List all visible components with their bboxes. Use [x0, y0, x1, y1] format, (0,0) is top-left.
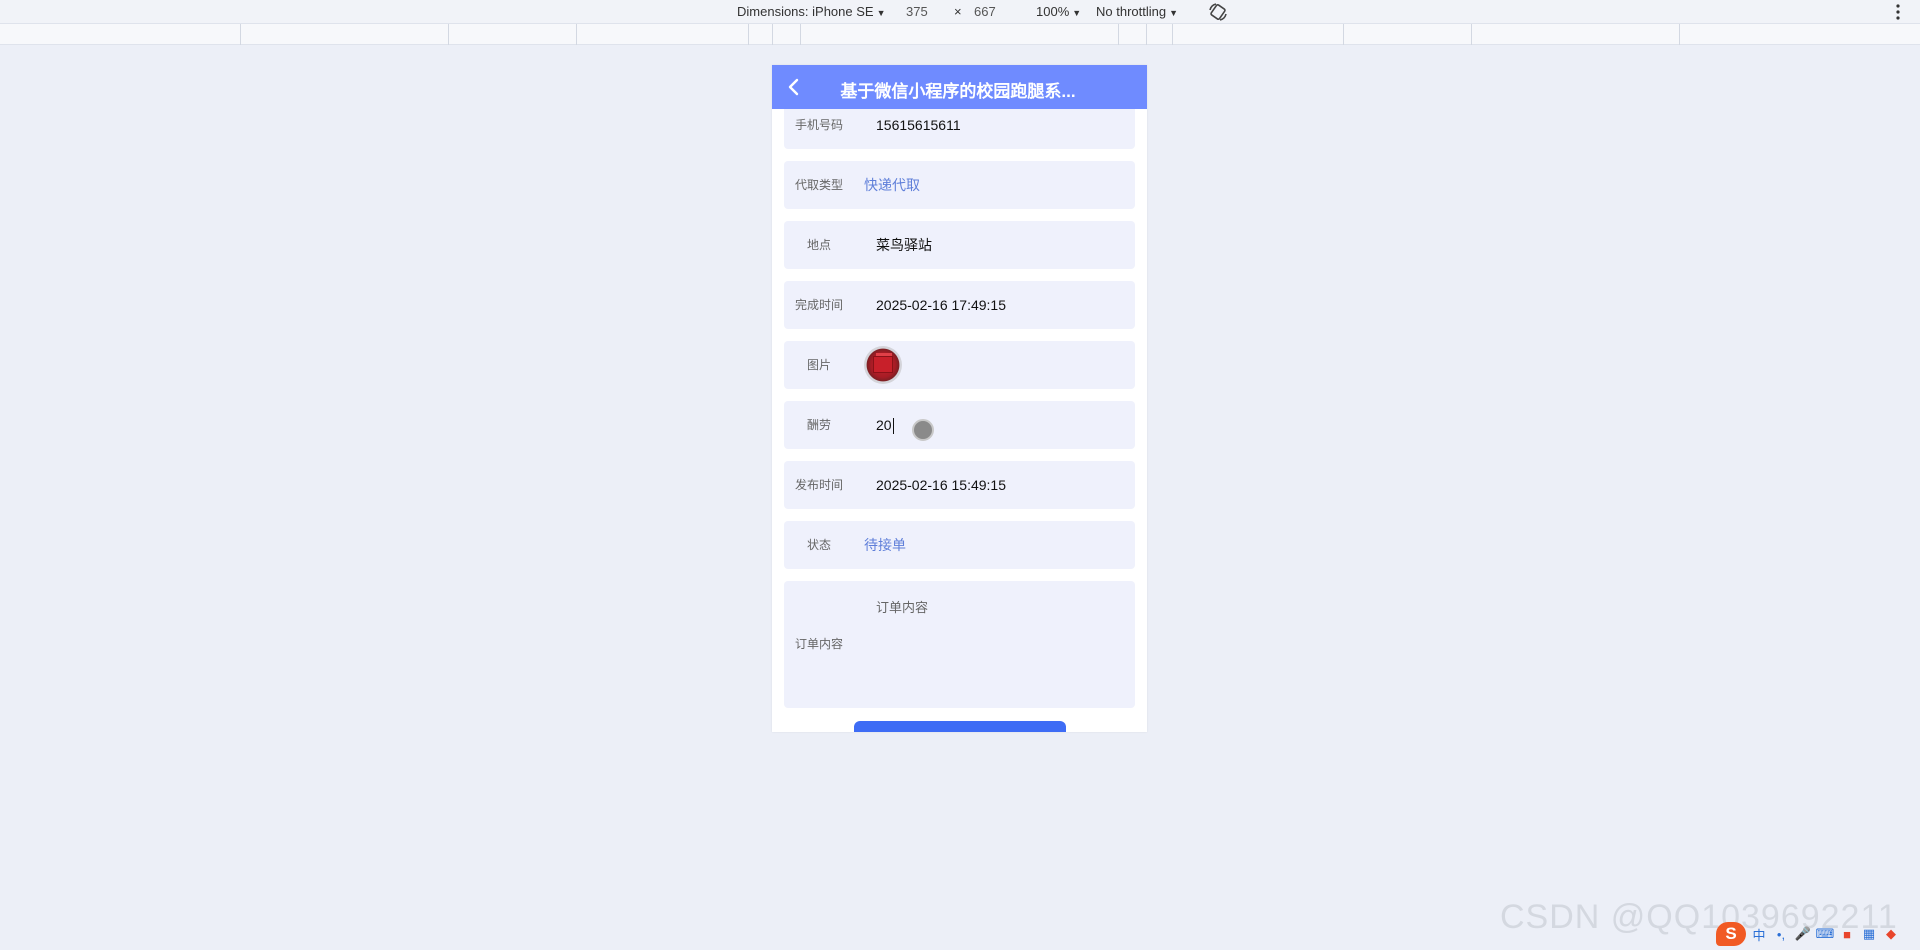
ime-tray: S 中 •, 🎤 ⌨ ■ ▦ ◆: [1716, 922, 1900, 946]
apps-grid-icon[interactable]: ▦: [1860, 925, 1878, 943]
throttling-label: No throttling: [1096, 4, 1167, 19]
reward-input[interactable]: 20: [876, 401, 894, 449]
type-label: 代取类型: [794, 178, 843, 192]
navigation-bar: 基于微信小程序的校园跑腿系...: [772, 65, 1147, 109]
location-label: 地点: [806, 238, 831, 252]
finish-time-label: 完成时间: [794, 298, 843, 312]
chevron-down-icon: ▼: [1072, 8, 1082, 18]
reward-label: 酬劳: [806, 418, 831, 432]
image-row: 图片: [784, 341, 1135, 389]
ruler-tick: [1343, 24, 1344, 45]
more-options-icon[interactable]: [1890, 2, 1906, 22]
ruler-tick: [1172, 24, 1173, 45]
finish-time-row: 完成时间 2025-02-16 17:49:15: [784, 281, 1135, 329]
rotate-icon[interactable]: [1207, 1, 1229, 23]
package-thumbnail[interactable]: [864, 346, 902, 384]
content-textarea[interactable]: 订单内容: [876, 597, 928, 616]
chevron-down-icon: ▼: [1169, 8, 1179, 18]
submit-button[interactable]: [854, 721, 1066, 732]
publish-time-field[interactable]: 2025-02-16 15:49:15: [876, 461, 1006, 509]
publish-time-label: 发布时间: [794, 478, 843, 492]
microphone-icon[interactable]: 🎤: [1794, 925, 1812, 943]
reward-value: 20: [876, 417, 892, 433]
content-label: 订单内容: [794, 637, 843, 651]
text-caret: [892, 418, 894, 435]
device-label: Dimensions: iPhone SE: [737, 4, 874, 19]
ime-mode[interactable]: 中: [1750, 925, 1768, 943]
device-select[interactable]: Dimensions: iPhone SE ▼: [737, 4, 886, 19]
gift-icon[interactable]: ■: [1838, 925, 1856, 943]
ruler-tick: [576, 24, 577, 45]
zoom-label: 100%: [1036, 4, 1070, 19]
phone-viewport: 基于微信小程序的校园跑腿系... 手机号码 15615615611 代取类型 快…: [772, 65, 1147, 732]
ruler-tick: [1146, 24, 1147, 45]
type-row: 代取类型 快递代取: [784, 161, 1135, 209]
back-arrow-icon[interactable]: [782, 75, 806, 99]
zoom-select[interactable]: 100% ▼: [1036, 4, 1081, 19]
status-select[interactable]: 待接单: [864, 521, 906, 569]
dimension-separator: ×: [954, 4, 962, 19]
keyboard-icon[interactable]: ⌨: [1816, 925, 1835, 943]
ruler-tick: [448, 24, 449, 45]
throttling-select[interactable]: No throttling ▼: [1096, 4, 1178, 19]
devtools-toolbar: Dimensions: iPhone SE ▼ 375 × 667 100% ▼ N…: [0, 0, 1920, 24]
ruler-tick: [1679, 24, 1680, 45]
media-query-ruler: [0, 24, 1920, 45]
reward-row: 酬劳 20: [784, 401, 1135, 449]
publish-time-row: 发布时间 2025-02-16 15:49:15: [784, 461, 1135, 509]
type-select[interactable]: 快递代取: [864, 161, 920, 209]
sogou-ime-icon[interactable]: S: [1716, 922, 1746, 946]
ruler-tick: [1471, 24, 1472, 45]
ruler-tick: [240, 24, 241, 45]
status-label: 状态: [806, 538, 831, 552]
page-title: 基于微信小程序的校园跑腿系...: [840, 82, 1076, 101]
width-input[interactable]: 375: [906, 4, 928, 19]
package-box: [873, 356, 893, 373]
location-row: 地点 菜鸟驿站: [784, 221, 1135, 269]
content-row: 订单内容 订单内容: [784, 581, 1135, 708]
finish-time-field[interactable]: 2025-02-16 17:49:15: [876, 281, 1006, 329]
ruler-tick: [1118, 24, 1119, 45]
ruler-tick: [800, 24, 801, 45]
skin-icon[interactable]: ◆: [1882, 925, 1900, 943]
image-label: 图片: [806, 358, 831, 372]
height-input[interactable]: 667: [974, 4, 996, 19]
location-field[interactable]: 菜鸟驿站: [876, 221, 932, 269]
punctuation-mode[interactable]: •,: [1772, 925, 1790, 943]
chevron-down-icon: ▼: [876, 8, 886, 18]
ruler-tick: [772, 24, 773, 45]
ruler-tick: [748, 24, 749, 45]
status-row: 状态 待接单: [784, 521, 1135, 569]
touch-cursor: [912, 419, 934, 441]
